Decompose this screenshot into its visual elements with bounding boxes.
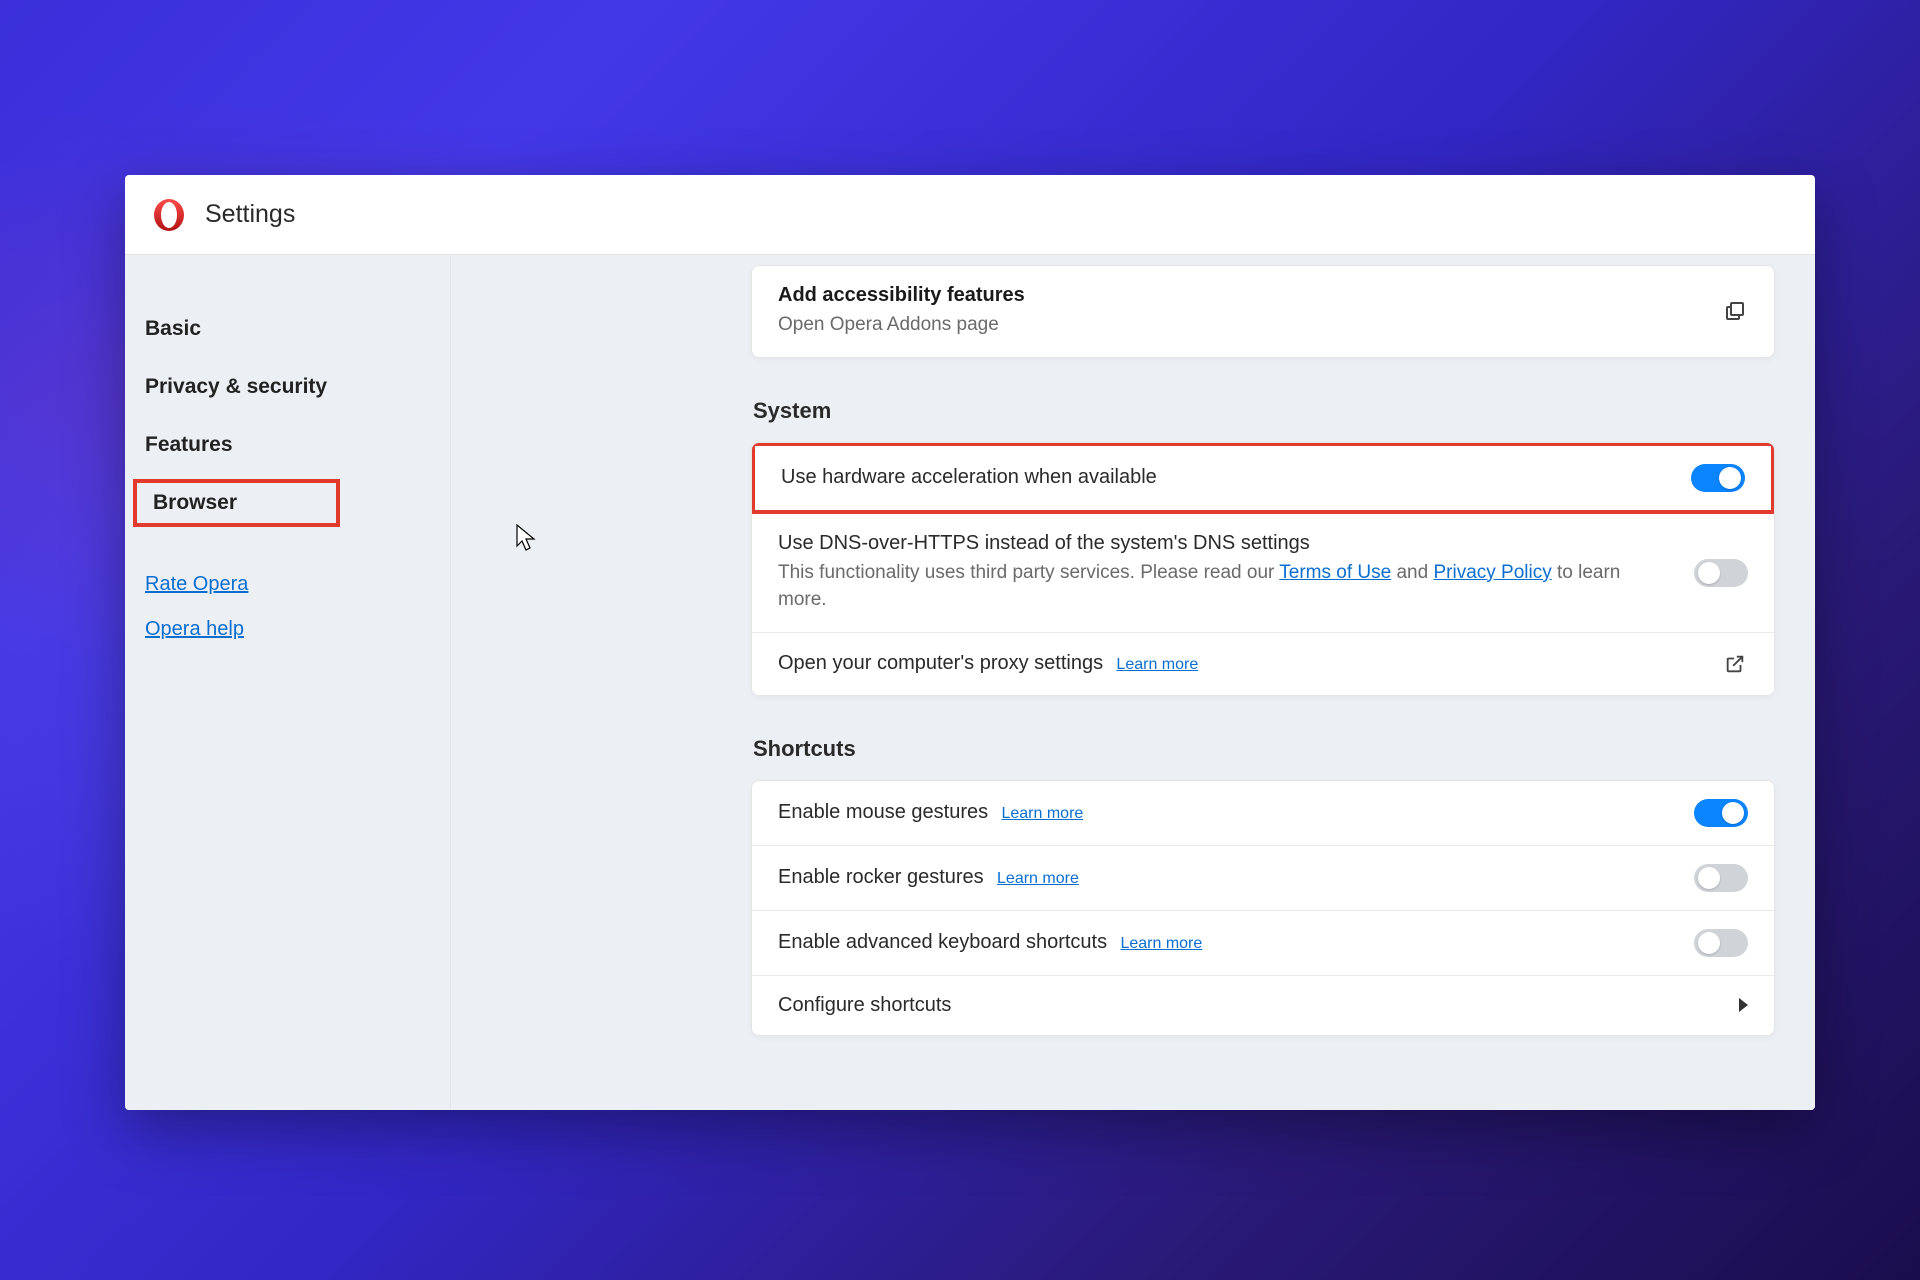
sidebar-link-rate-opera[interactable]: Rate Opera [125,567,450,602]
page-title: Settings [205,200,295,229]
rocker-gestures-toggle[interactable] [1694,864,1748,892]
section-heading-system: System [753,398,1775,424]
configure-shortcuts-label: Configure shortcuts [778,994,951,1016]
sidebar-link-opera-help[interactable]: Opera help [125,612,450,647]
dns-row: Use DNS-over-HTTPS instead of the system… [752,513,1774,632]
sidebar-item-privacy[interactable]: Privacy & security [125,363,450,411]
mouse-learn-more-link[interactable]: Learn more [1001,805,1083,822]
terms-of-use-link[interactable]: Terms of Use [1279,562,1391,583]
adv-kb-toggle[interactable] [1694,929,1748,957]
settings-window: Settings Basic Privacy & security Featur… [125,175,1815,1110]
mouse-gestures-row: Enable mouse gestures Learn more [752,781,1774,845]
rocker-gestures-row: Enable rocker gestures Learn more [752,845,1774,910]
mouse-gestures-toggle[interactable] [1694,799,1748,827]
adv-kb-row: Enable advanced keyboard shortcuts Learn… [752,910,1774,975]
chevron-right-icon [1739,998,1748,1012]
system-card: Use hardware acceleration when available… [751,442,1775,696]
accessibility-title: Add accessibility features [778,284,1702,307]
proxy-row[interactable]: Open your computer's proxy settings Lear… [752,632,1774,695]
sidebar-item-basic[interactable]: Basic [125,305,450,353]
window-body: Basic Privacy & security Features Browse… [125,255,1815,1110]
sidebar-item-features[interactable]: Features [125,421,450,469]
accessibility-card: Add accessibility features Open Opera Ad… [751,265,1775,358]
dns-desc-prefix: This functionality uses third party serv… [778,562,1279,583]
window-topbar: Settings [125,175,1815,255]
dns-toggle[interactable] [1694,559,1748,587]
sidebar-item-browser[interactable]: Browser [133,479,340,527]
external-link-icon[interactable] [1722,298,1748,324]
mouse-gestures-label: Enable mouse gestures [778,801,988,823]
accessibility-row[interactable]: Add accessibility features Open Opera Ad… [752,266,1774,357]
configure-shortcuts-row[interactable]: Configure shortcuts [752,975,1774,1035]
hw-accel-label: Use hardware acceleration when available [781,466,1671,489]
proxy-label: Open your computer's proxy settings [778,652,1103,674]
proxy-learn-more-link[interactable]: Learn more [1116,656,1198,673]
dns-label: Use DNS-over-HTTPS instead of the system… [778,532,1674,555]
dns-and: and [1396,562,1433,583]
content-area: Add accessibility features Open Opera Ad… [451,255,1815,1110]
hw-accel-row: Use hardware acceleration when available [751,442,1775,514]
sidebar: Basic Privacy & security Features Browse… [125,255,451,1110]
advkb-learn-more-link[interactable]: Learn more [1120,935,1202,952]
opera-logo-icon [151,197,187,233]
hw-accel-toggle[interactable] [1691,464,1745,492]
accessibility-subtitle: Open Opera Addons page [778,311,1702,339]
shortcuts-card: Enable mouse gestures Learn more Enable … [751,780,1775,1036]
open-external-icon[interactable] [1722,651,1748,677]
dns-desc: This functionality uses third party serv… [778,559,1674,614]
section-heading-shortcuts: Shortcuts [753,736,1775,762]
desktop-background: Settings Basic Privacy & security Featur… [0,0,1920,1280]
rocker-learn-more-link[interactable]: Learn more [997,870,1079,887]
privacy-policy-link[interactable]: Privacy Policy [1433,562,1551,583]
adv-kb-label: Enable advanced keyboard shortcuts [778,931,1107,953]
rocker-gestures-label: Enable rocker gestures [778,866,984,888]
